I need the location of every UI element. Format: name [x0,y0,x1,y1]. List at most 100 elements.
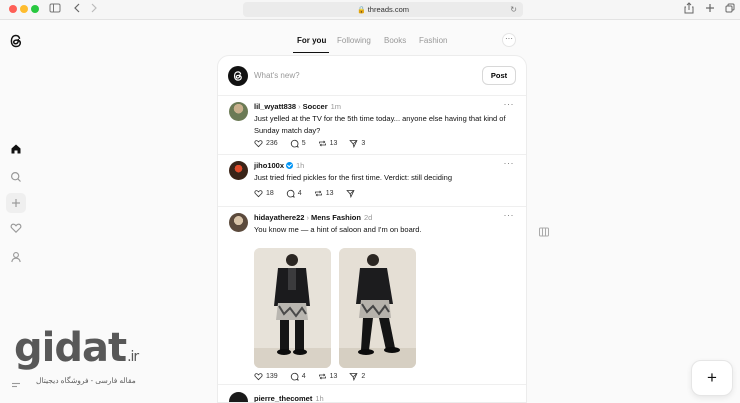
post-item: lil_wyatt838 › Soccer 1m ··· Just yelled at… [218,96,526,155]
post-text: You know me — a hint of saloon and I'm o… [254,225,422,234]
post-more-icon[interactable]: ··· [504,210,515,220]
tab-for-you[interactable]: For you [297,36,326,45]
reply-button[interactable]: 4 [286,189,302,198]
post-header: hidayathere22 › Mens Fashion 2d [254,213,372,222]
home-icon [11,144,21,154]
new-tab-icon[interactable] [705,2,715,16]
nav-search[interactable] [6,167,26,187]
like-count: 236 [266,140,278,147]
repost-button[interactable]: 13 [314,189,334,198]
post-item: jiho100x 1h ··· Just tried fried pickles … [218,155,526,207]
post-text: Just yelled at the TV for the 5th time t… [254,114,506,135]
back-icon[interactable] [73,2,81,16]
nav-profile[interactable] [6,247,26,267]
heart-icon [254,140,263,148]
feed-column: What's new? Post lil_wyatt838 › Soccer 1m ·… [217,55,527,403]
avatar-self[interactable] [228,66,248,86]
post-photo[interactable] [254,248,331,368]
repost-icon [318,140,326,147]
repost-icon [318,373,326,380]
avatar[interactable] [229,392,248,402]
tabs-icon[interactable] [725,2,735,16]
like-count: 139 [266,373,278,380]
share-count: 3 [361,140,366,147]
close-window-button[interactable] [9,5,17,13]
username[interactable]: lil_wyatt838 [254,102,296,111]
more-icon: ··· [505,34,513,43]
column-icon[interactable] [538,225,550,237]
post-actions: 139 4 13 2 [254,372,365,381]
repost-count: 13 [325,190,334,197]
share-count: 2 [361,373,366,380]
nav-activity[interactable] [6,218,26,238]
like-button[interactable]: 18 [254,189,274,198]
threads-logo-icon[interactable] [8,33,24,49]
tab-fashion[interactable]: Fashion [419,36,447,45]
post-header: jiho100x 1h [254,161,304,170]
like-button[interactable]: 139 [254,372,278,381]
reply-count: 4 [301,373,306,380]
create-post-button[interactable]: + [691,360,733,396]
post-time: 2d [363,213,373,222]
topic-tag[interactable]: Soccer [303,102,328,111]
send-icon [349,373,358,381]
post-more-icon[interactable]: ··· [504,99,515,109]
post-time: 1h [296,161,305,170]
avatar[interactable] [229,161,248,180]
username[interactable]: pierre_thecomet [254,394,312,402]
share-button[interactable]: 2 [349,372,365,381]
create-icon [12,199,20,207]
post-more-icon[interactable]: ··· [504,158,515,168]
tab-books[interactable]: Books [384,36,406,45]
post-time: 1h [315,394,324,403]
address-bar[interactable]: 🔒 threads.com ↻ [243,2,523,17]
nav-create[interactable] [6,193,26,213]
heart-icon [10,223,22,233]
comment-icon [290,372,299,381]
reload-icon[interactable]: ↻ [510,2,517,17]
post-item: pierre_thecomet 1h [218,385,526,403]
repost-button[interactable]: 13 [318,372,338,381]
tab-following[interactable]: Following [337,36,371,45]
sidebar-toggle-icon[interactable] [49,2,61,16]
username[interactable]: hidayathere22 [254,213,304,222]
post-photo[interactable] [339,248,416,368]
forward-icon[interactable] [90,2,98,16]
reply-count: 4 [297,190,302,197]
share-button[interactable]: 3 [349,139,365,148]
like-count: 18 [266,190,274,197]
watermark-subtitle: مقاله فارسی - فروشگاه دیجیتال [36,376,136,385]
post-header: lil_wyatt838 › Soccer 1m [254,102,341,111]
send-icon [345,190,355,198]
repost-count: 13 [329,373,338,380]
minimize-window-button[interactable] [20,5,28,13]
heart-icon [254,190,263,198]
topic-tag[interactable]: Mens Fashion [311,213,361,222]
repost-icon [314,190,322,197]
reply-count: 5 [301,140,306,147]
username[interactable]: jiho100x [254,161,284,170]
post-header: pierre_thecomet 1h [254,394,324,403]
watermark: gidat.ir مقاله فارسی - فروشگاه دیجیتال [14,328,139,385]
post-button[interactable]: Post [482,66,516,85]
composer-input[interactable]: What's new? [254,71,300,80]
share-button[interactable] [345,189,355,198]
avatar[interactable] [229,102,248,121]
zoom-window-button[interactable] [31,5,39,13]
share-icon[interactable] [684,2,694,16]
chevron-right-icon: › [298,102,301,111]
url-text: threads.com [367,5,409,14]
verified-badge-icon [286,162,294,169]
like-button[interactable]: 236 [254,139,278,148]
nav-home[interactable] [6,139,26,159]
avatar[interactable] [229,213,248,232]
heart-icon [254,373,263,381]
send-icon [349,140,358,148]
reply-button[interactable]: 4 [290,372,306,381]
reply-button[interactable]: 5 [290,139,306,148]
comment-icon [290,139,299,148]
chevron-right-icon: › [306,213,309,222]
repost-button[interactable]: 13 [318,139,338,148]
feeds-more-button[interactable]: ··· [502,33,516,47]
repost-count: 13 [329,140,338,147]
